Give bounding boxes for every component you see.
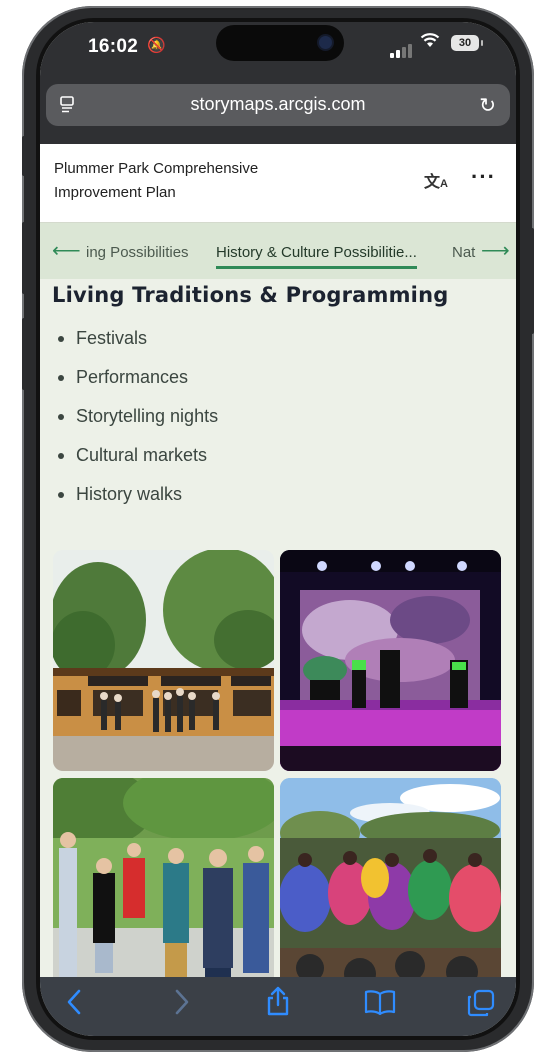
nav-item-active[interactable]: History & Culture Possibilitie... [216,244,417,269]
mute-switch [22,136,26,176]
wifi-icon [420,32,440,53]
status-bar: 16:02 🔕 30 [40,22,516,82]
story-title-line1: Plummer Park Comprehensive [54,160,259,177]
story-title-line2: Improvement Plan [54,184,176,201]
reload-icon[interactable]: ↻ [479,93,496,118]
bullet-dot [58,453,64,459]
volume-up-button [22,222,26,294]
more-icon[interactable]: ··· [471,164,496,190]
status-time: 16:02 [88,36,139,57]
volume-down-button [22,318,26,390]
forward-icon[interactable] [174,989,190,1022]
bullet-dot [58,336,64,342]
bookmarks-icon[interactable] [364,989,396,1022]
tabs-overview-icon[interactable] [467,989,495,1024]
list-item-label: Performances [76,367,189,387]
list-item: Cultural markets [54,445,218,484]
address-bar[interactable]: storymaps.arcgis.com ↻ [46,84,510,126]
list-item-label: History walks [76,484,183,504]
bullet-dot [58,492,64,498]
nav-item-previous[interactable]: ing Possibilities [86,244,189,261]
section-heading: Living Traditions & Programming [52,283,449,307]
camera-icon [319,36,332,49]
bullet-dot [58,375,64,381]
story-title: Plummer Park Comprehensive Improvement P… [54,157,304,205]
story-header: Plummer Park Comprehensive Improvement P… [40,144,516,223]
bullet-dot [58,414,64,420]
arrow-left-icon[interactable]: ⟵ [52,238,81,263]
power-button [530,228,534,334]
browser-toolbar [40,977,516,1036]
phone-screen: 16:02 🔕 30 storymaps.arcgis.com ↻ Plumme… [40,22,516,1036]
list-item-label: Festivals [76,328,148,348]
url-text[interactable]: storymaps.arcgis.com [46,94,510,115]
stage-performance-photo[interactable] [280,550,501,771]
list-item-label: Storytelling nights [76,406,219,426]
list-item-label: Cultural markets [76,445,208,465]
silent-mode-icon: 🔕 [147,37,166,54]
market-stalls-photo[interactable] [53,550,274,771]
browser-address-area: storymaps.arcgis.com ↻ [40,82,516,144]
battery-icon: 30 [451,35,479,51]
nav-item-next[interactable]: Nat [452,244,475,261]
dynamic-island [216,25,344,61]
share-icon[interactable] [266,986,290,1023]
list-item: History walks [54,484,218,523]
cellular-signal-icon [390,44,412,58]
translate-icon[interactable]: 文A [424,168,448,192]
story-nav: ⟵ ing Possibilities History & Culture Po… [40,223,516,279]
battery-tip [481,40,483,46]
list-item: Performances [54,367,218,406]
list-item: Festivals [54,328,218,367]
program-list: Festivals Performances Storytelling nigh… [54,328,218,523]
arrow-right-icon[interactable]: ⟶ [481,238,510,263]
back-icon[interactable] [66,989,82,1022]
list-item: Storytelling nights [54,406,218,445]
